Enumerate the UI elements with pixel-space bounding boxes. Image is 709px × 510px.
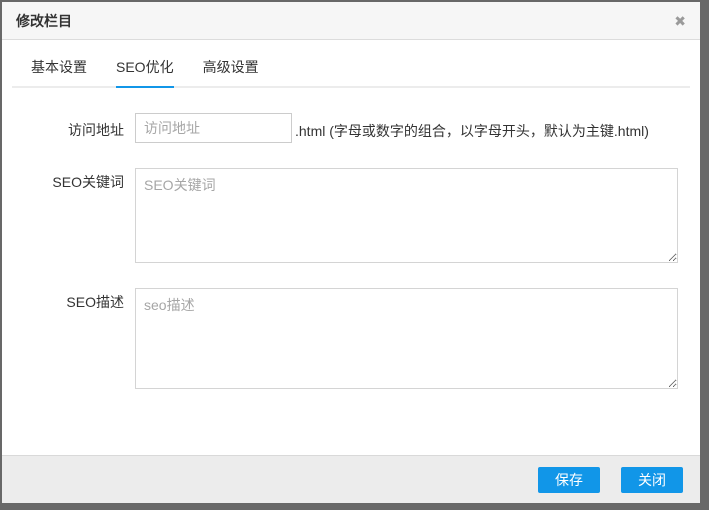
close-button[interactable]: 关闭 bbox=[621, 467, 683, 493]
url-suffix-hint: .html (字母或数字的组合，以字母开头，默认为主键.html) bbox=[295, 113, 649, 141]
seo-description-label: SEO描述 bbox=[2, 288, 124, 312]
tab-seo-optimization[interactable]: SEO优化 bbox=[116, 57, 174, 88]
seo-description-row: SEO描述 bbox=[2, 288, 700, 389]
seo-keywords-row: SEO关键词 bbox=[2, 168, 700, 263]
seo-keywords-field-wrap bbox=[135, 168, 678, 263]
dialog-content: 访问地址 .html (字母或数字的组合，以字母开头，默认为主键.html) S… bbox=[2, 88, 700, 455]
url-row: 访问地址 .html (字母或数字的组合，以字母开头，默认为主键.html) bbox=[2, 113, 700, 143]
close-icon[interactable]: ✖ bbox=[674, 14, 686, 28]
url-field-wrap: .html (字母或数字的组合，以字母开头，默认为主键.html) bbox=[135, 113, 649, 143]
tab-advanced-settings[interactable]: 高级设置 bbox=[203, 57, 259, 88]
seo-keywords-label: SEO关键词 bbox=[2, 168, 124, 192]
url-label: 访问地址 bbox=[2, 113, 124, 140]
dialog-footer: 保存 关闭 bbox=[2, 455, 700, 503]
edit-column-dialog: 修改栏目 ✖ 基本设置 SEO优化 高级设置 访问地址 .html (字母或数字… bbox=[2, 2, 700, 503]
seo-description-field-wrap bbox=[135, 288, 678, 389]
save-button[interactable]: 保存 bbox=[538, 467, 600, 493]
dialog-title: 修改栏目 bbox=[16, 11, 72, 31]
tab-basic-settings[interactable]: 基本设置 bbox=[31, 57, 87, 88]
dialog-header: 修改栏目 ✖ bbox=[2, 2, 700, 40]
tab-bar: 基本设置 SEO优化 高级设置 bbox=[12, 57, 690, 88]
seo-keywords-textarea[interactable] bbox=[135, 168, 678, 263]
url-input[interactable] bbox=[135, 113, 292, 143]
seo-description-textarea[interactable] bbox=[135, 288, 678, 389]
